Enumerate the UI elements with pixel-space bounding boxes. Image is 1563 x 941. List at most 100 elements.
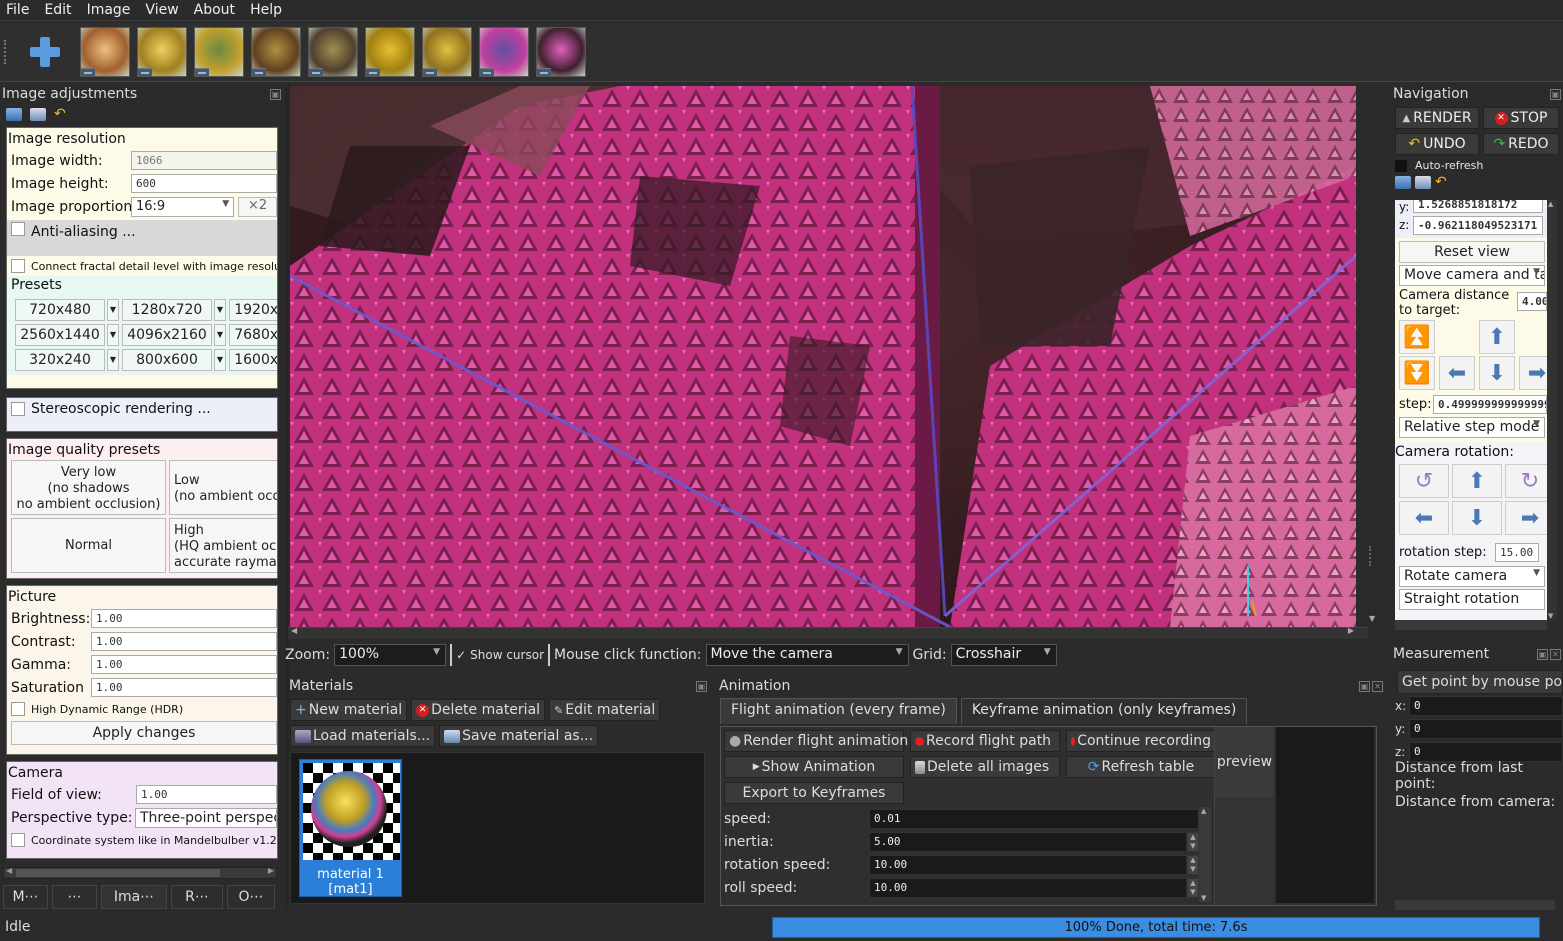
scroll-right-icon[interactable]: ▶ [268, 866, 274, 875]
remove-preset-icon[interactable] [138, 67, 152, 76]
resolution-preset-button[interactable]: 800x600 [122, 349, 212, 371]
spinbox-arrows-icon[interactable]: ▲ ▼ [1187, 854, 1199, 875]
preset-thumbnail-4[interactable] [251, 26, 301, 77]
dock-tab-2[interactable]: ⋯ [52, 885, 97, 909]
remove-preset-icon[interactable] [366, 67, 380, 76]
navigation-scroll-area[interactable]: y: 1.5268851818172 z: -0.962118049523171 R… [1395, 200, 1547, 624]
dock-tab-4[interactable]: R⋯ [171, 885, 223, 909]
save-settings-icon[interactable] [30, 108, 46, 121]
edit-material-button[interactable]: ✎ Edit material [549, 699, 661, 721]
picture-field-input[interactable]: 1.00 [91, 609, 277, 628]
measurement-horizontal-scrollbar[interactable] [1395, 900, 1555, 910]
record-flight-path-button[interactable]: Record flight path [910, 730, 1060, 752]
animation-param-input[interactable]: 10.00 [869, 854, 1187, 875]
resolution-preset-button[interactable]: 1600x1200 [229, 349, 277, 371]
add-preset-button[interactable] [28, 35, 62, 69]
stop-button[interactable]: ✕ STOP [1483, 107, 1559, 129]
load-materials-button[interactable]: Load materials... [290, 725, 436, 747]
picture-field-input[interactable]: 1.00 [91, 678, 277, 697]
menu-view[interactable]: View [145, 2, 178, 18]
move-up-button[interactable]: ⬆ [1479, 320, 1515, 354]
camera-y-field[interactable]: 1.5268851818172 [1413, 200, 1543, 213]
scroll-up-icon[interactable]: ▲ [1201, 807, 1206, 815]
resolution-preset-button[interactable]: 7680x4320 [229, 324, 277, 346]
preset-thumbnail-9[interactable] [536, 26, 586, 77]
params-vertical-scrollbar[interactable]: ▲ ▼ [1199, 807, 1211, 902]
hdr-checkbox[interactable] [11, 702, 25, 716]
render-button[interactable]: ▲ RENDER [1395, 107, 1479, 129]
menu-help[interactable]: Help [250, 2, 282, 18]
spinbox-arrows-icon[interactable]: ▲ ▼ [1187, 831, 1199, 852]
menu-file[interactable]: File [6, 2, 29, 18]
preset-dropdown-icon[interactable]: ▼ [107, 349, 119, 371]
dock-tab-5[interactable]: O⋯ [227, 885, 275, 909]
preset-thumbnail-7[interactable] [422, 26, 472, 77]
delete-all-images-button[interactable]: Delete all images [910, 756, 1060, 778]
redo-button[interactable]: ↷ REDO [1483, 133, 1559, 155]
float-dock-icon[interactable]: ▣ [696, 680, 707, 692]
move-down-button[interactable]: ⬇ [1479, 356, 1515, 390]
preset-thumbnail-5[interactable] [308, 26, 358, 77]
menu-image[interactable]: Image [87, 2, 131, 18]
coord-system-checkbox[interactable] [11, 833, 25, 847]
float-dock-icon[interactable]: ▣ [1537, 648, 1548, 660]
preset-thumbnail-8[interactable] [479, 26, 529, 77]
materials-list[interactable]: material 1 [mat1] [290, 752, 705, 904]
new-material-button[interactable]: + New material [290, 699, 408, 721]
preset-thumbnail-2[interactable] [137, 26, 187, 77]
quality-high-button[interactable]: High (HQ ambient occlusion accurate raym… [169, 518, 277, 573]
preview-table[interactable] [1276, 727, 1374, 903]
refresh-table-button[interactable]: ⟳ Refresh table [1066, 756, 1216, 778]
float-dock-icon[interactable]: ▣ [1359, 680, 1370, 692]
spinbox-arrows-icon[interactable]: ▲ ▼ [1187, 877, 1199, 898]
step-mode-select[interactable]: Relative step mode ▼ [1399, 417, 1545, 438]
resolution-preset-button[interactable]: 320x240 [15, 349, 105, 371]
undo-icon[interactable]: ↶ [1435, 175, 1451, 189]
move-left-button[interactable]: ⬅ [1439, 356, 1475, 390]
mouse-click-function-select[interactable]: Move the camera ▼ [705, 644, 909, 666]
move-right-button[interactable]: ➡ [1519, 356, 1547, 390]
point-z-field[interactable]: 0 [1409, 741, 1563, 762]
scroll-right-icon[interactable]: ▶ [1348, 626, 1354, 635]
image-height-field[interactable]: 600 [131, 174, 277, 193]
open-settings-icon[interactable] [6, 108, 22, 121]
remove-preset-icon[interactable] [195, 67, 209, 76]
perspective-select[interactable]: Three-point perspective [135, 807, 277, 828]
scroll-down-icon[interactable]: ▼ [1201, 894, 1206, 902]
straight-rotation-select[interactable]: Straight rotation [1399, 589, 1545, 610]
rotate-mode-select[interactable]: Rotate camera ▼ [1399, 566, 1545, 587]
quality-very-low-button[interactable]: Very low (no shadows no ambient occlusio… [11, 460, 166, 515]
rotation-step-field[interactable]: 15.00 [1495, 543, 1539, 562]
navigation-vertical-scrollbar[interactable]: ▲ ▼ [1547, 200, 1557, 620]
move-mode-select[interactable]: Move camera and target▼ [1399, 265, 1545, 286]
save-settings-icon[interactable] [1415, 176, 1431, 189]
quality-normal-button[interactable]: Normal [11, 518, 166, 573]
remove-preset-icon[interactable] [537, 67, 551, 76]
menu-edit[interactable]: Edit [44, 2, 71, 18]
tab-flight-animation[interactable]: Flight animation (every frame) [720, 698, 957, 724]
reset-view-button[interactable]: Reset view [1399, 241, 1545, 263]
image-width-field[interactable]: 1066 [131, 151, 277, 170]
move-forward-button[interactable]: ⏫ [1399, 320, 1435, 354]
export-keyframes-button[interactable]: Export to Keyframes [724, 782, 904, 804]
zoom-select[interactable]: 100% ▼ [334, 644, 447, 666]
animation-param-input[interactable]: 5.00 [869, 831, 1187, 852]
splitter-grip[interactable] [1369, 546, 1379, 566]
dock-tab-1[interactable]: M⋯ [3, 885, 48, 909]
preset-dropdown-icon[interactable]: ▼ [107, 299, 119, 321]
camera-z-field[interactable]: -0.962118049523171 [1413, 215, 1543, 235]
scroll-down-icon[interactable]: ▼ [1548, 612, 1553, 620]
resolution-preset-button[interactable]: 1280x720 [122, 299, 212, 321]
rotate-right-button[interactable]: ➡ [1505, 501, 1547, 535]
scroll-left-icon[interactable]: ◀ [291, 626, 297, 635]
scroll-down-icon[interactable]: ▼ [1369, 614, 1375, 623]
float-dock-icon[interactable]: ▣ [1550, 88, 1561, 100]
animation-param-input[interactable]: 10.00 [869, 877, 1187, 898]
float-dock-icon[interactable]: ▣ [270, 88, 281, 100]
move-backward-button[interactable]: ⏬ [1399, 356, 1435, 390]
remove-preset-icon[interactable] [423, 67, 437, 76]
resolution-preset-button[interactable]: 2560x1440 [15, 324, 105, 346]
point-x-field[interactable]: 0 [1409, 695, 1563, 716]
undo-button[interactable]: ↶ UNDO [1395, 133, 1479, 155]
remove-preset-icon[interactable] [252, 67, 266, 76]
